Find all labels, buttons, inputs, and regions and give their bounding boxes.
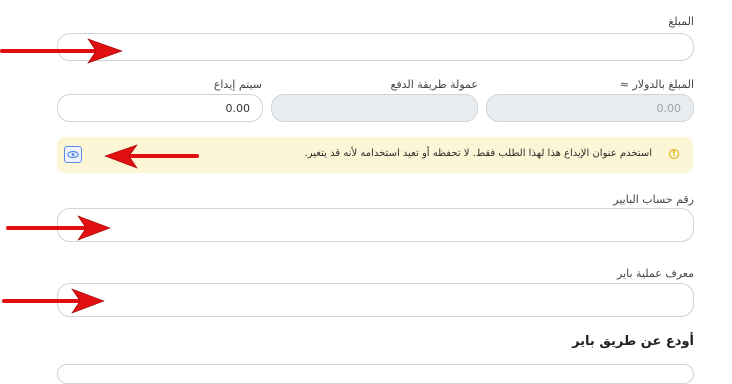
eye-icon[interactable] [64,146,82,163]
next-field-input[interactable] [57,364,694,384]
red-arrow [104,144,199,169]
section-title: أودع عن طريق باير [572,334,694,349]
amount-label: المبلغ [668,15,694,28]
payer-transaction-input[interactable] [57,283,694,317]
payer-account-label: رقم حساب البايير [613,193,694,206]
notice-text: استخدم عنوان الإيداع هذا لهذا الطلب فقط.… [304,148,652,159]
red-arrow [2,288,105,314]
red-arrow [6,215,111,241]
payment-fee-input [271,94,478,122]
usd-amount-input [486,94,694,122]
deposit-system-label: سيتم إيداع [213,78,262,91]
payer-account-input[interactable] [57,208,694,242]
amount-input[interactable] [57,33,694,61]
payment-fee-label: عمولة طريقة الدفع [390,78,479,91]
usd-amount-label: المبلغ بالدولار ≈ [619,78,694,91]
red-arrow [0,38,123,64]
warning-icon: ! [669,149,679,159]
deposit-system-input[interactable] [57,94,263,122]
payer-transaction-label: معرف عملية باير [617,267,694,280]
